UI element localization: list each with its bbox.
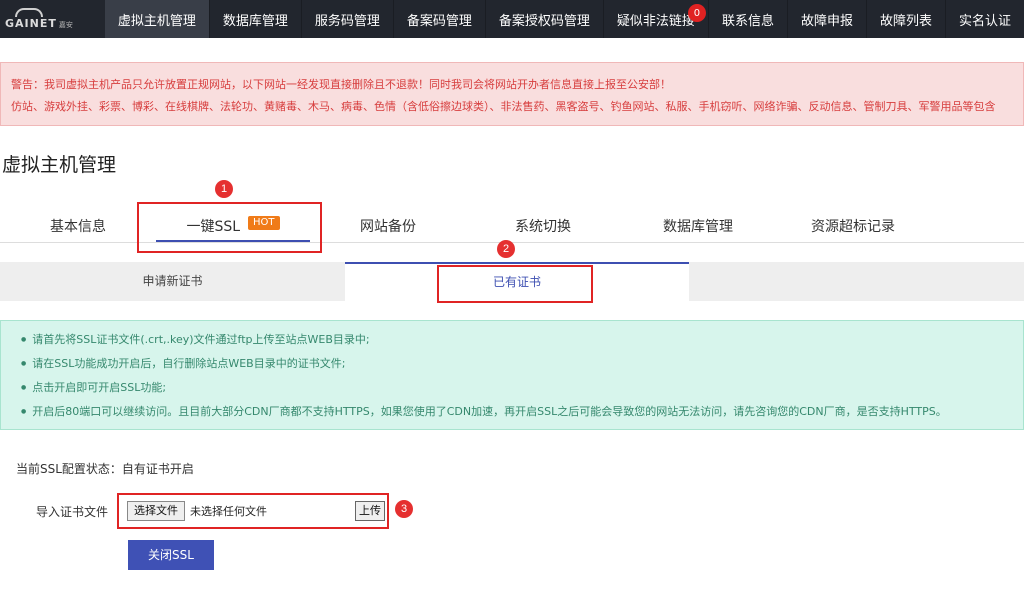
warning-line-1: 警告：我司虚拟主机产品只允许放置正规网站，以下网站一经发现直接删除且不退款！同时… bbox=[11, 78, 671, 91]
tab-label: 系统切换 bbox=[515, 219, 571, 235]
instruction-item: 请首先将SSL证书文件(.crt,.key)文件通过ftp上传至站点WEB目录中… bbox=[21, 329, 1023, 353]
nav-item-label: 数据库管理 bbox=[222, 13, 288, 29]
nav-item-label: 故障申报 bbox=[800, 13, 853, 29]
page-title: 虚拟主机管理 bbox=[2, 154, 117, 176]
nav-item-label: 故障列表 bbox=[879, 13, 932, 29]
nav-item-record-code[interactable]: 备案码管理 bbox=[394, 0, 486, 38]
instruction-item: 请在SSL功能成功开启后，自行删除站点WEB目录中的证书文件; bbox=[21, 353, 1023, 377]
annotation-box-3 bbox=[117, 493, 389, 529]
nav-item-label: 备案授权码管理 bbox=[498, 13, 590, 29]
tab-label: 网站备份 bbox=[360, 219, 416, 235]
import-cert-label: 导入证书文件 bbox=[36, 505, 109, 519]
annotation-number-1: 1 bbox=[215, 180, 233, 198]
nav-item-contact[interactable]: 联系信息 bbox=[709, 0, 788, 38]
nav-item-fault-report[interactable]: 故障申报 bbox=[788, 0, 867, 38]
subtab-label: 申请新证书 bbox=[142, 274, 203, 288]
nav-item-database[interactable]: 数据库管理 bbox=[210, 0, 302, 38]
nav-item-fault-list[interactable]: 故障列表 bbox=[867, 0, 946, 38]
tab-label: 资源超标记录 bbox=[811, 219, 895, 235]
top-navigation-bar: GAINET 嘉安 虚拟主机管理 数据库管理 服务码管理 备案码管理 备案授权码… bbox=[0, 0, 1024, 38]
annotation-box-2 bbox=[437, 265, 593, 303]
nav-item-label: 实名认证 bbox=[958, 13, 1011, 29]
nav-item-label: 疑似非法链接 bbox=[616, 13, 695, 29]
nav-item-label: 服务码管理 bbox=[314, 13, 380, 29]
ssl-instructions: 请首先将SSL证书文件(.crt,.key)文件通过ftp上传至站点WEB目录中… bbox=[0, 320, 1024, 430]
annotation-number-2: 2 bbox=[497, 240, 515, 258]
close-ssl-button[interactable]: 关闭SSL bbox=[128, 540, 214, 570]
instruction-item: 开启后80端口可以继续访问。且目前大部分CDN厂商都不支持HTTPS，如果您使用… bbox=[21, 401, 1023, 425]
tab-site-backup[interactable]: 网站备份 bbox=[358, 211, 418, 243]
ssl-status-value: 自有证书开启 bbox=[121, 462, 194, 476]
tab-basic-info[interactable]: 基本信息 bbox=[48, 211, 108, 243]
tab-database-manage[interactable]: 数据库管理 bbox=[660, 211, 736, 243]
logo-text: GAINET bbox=[5, 17, 57, 30]
logo-mark: GAINET 嘉安 bbox=[5, 8, 73, 30]
nav-item-virtual-host[interactable]: 虚拟主机管理 bbox=[104, 0, 210, 38]
annotation-number-3: 3 bbox=[395, 500, 413, 518]
nav-item-label: 联系信息 bbox=[721, 13, 774, 29]
logo-arc-icon bbox=[15, 8, 43, 17]
nav-item-record-auth-code[interactable]: 备案授权码管理 bbox=[486, 0, 604, 38]
nav-item-label: 备案码管理 bbox=[406, 13, 472, 29]
ssl-status-row: 当前SSL配置状态：自有证书开启 bbox=[16, 460, 194, 477]
logo[interactable]: GAINET 嘉安 bbox=[0, 0, 103, 38]
nav-item-suspect-links[interactable]: 疑似非法链接 0 bbox=[604, 0, 709, 38]
nav-item-real-name[interactable]: 实名认证 bbox=[946, 0, 1024, 38]
nav-item-label: 虚拟主机管理 bbox=[117, 13, 196, 29]
nav-item-service-code[interactable]: 服务码管理 bbox=[302, 0, 394, 38]
subtab-apply-new-cert[interactable]: 申请新证书 bbox=[0, 262, 345, 301]
tab-system-switch[interactable]: 系统切换 bbox=[513, 211, 573, 243]
tab-label: 数据库管理 bbox=[663, 219, 733, 235]
annotation-box-1 bbox=[137, 202, 322, 253]
main-nav: 虚拟主机管理 数据库管理 服务码管理 备案码管理 备案授权码管理 疑似非法链接 … bbox=[104, 0, 1024, 38]
instruction-item: 点击开启即可开启SSL功能; bbox=[21, 377, 1023, 401]
warning-line-2: 仿站、游戏外挂、彩票、博彩、在线棋牌、法轮功、黄赌毒、木马、病毒、色情（含低俗擦… bbox=[11, 100, 996, 113]
logo-subtext: 嘉安 bbox=[58, 21, 73, 29]
tab-label: 基本信息 bbox=[50, 219, 106, 235]
suspect-links-count-badge: 0 bbox=[687, 4, 706, 22]
tab-resource-overuse[interactable]: 资源超标记录 bbox=[808, 211, 898, 243]
warning-banner: 警告：我司虚拟主机产品只允许放置正规网站，以下网站一经发现直接删除且不退款！同时… bbox=[0, 62, 1024, 126]
ssl-status-label: 当前SSL配置状态： bbox=[16, 462, 122, 476]
